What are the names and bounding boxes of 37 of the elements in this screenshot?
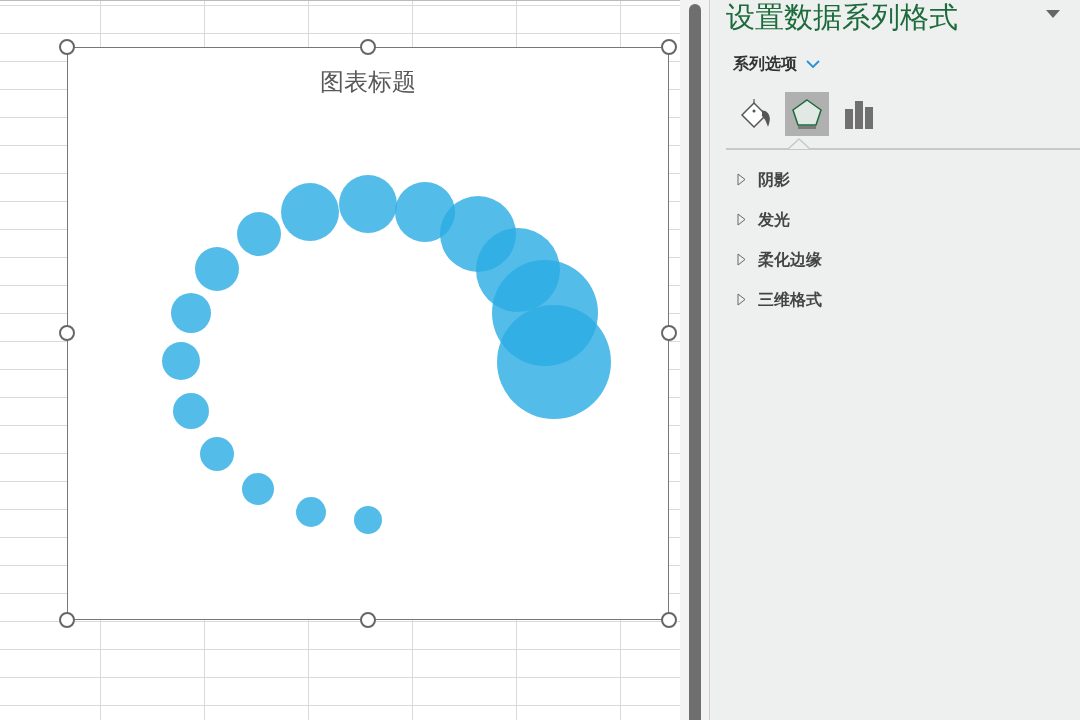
bubble — [237, 212, 281, 256]
resize-handle[interactable] — [661, 39, 677, 55]
resize-handle[interactable] — [661, 325, 677, 341]
resize-handle[interactable] — [360, 612, 376, 628]
chevron-down-icon[interactable] — [805, 58, 821, 69]
pane-title: 设置数据系列格式 — [726, 0, 958, 36]
pentagon-icon — [790, 96, 824, 131]
bubble — [162, 342, 200, 380]
scrollbar-thumb[interactable] — [688, 4, 701, 720]
bubble — [354, 506, 382, 534]
bubble — [171, 293, 211, 333]
expand-triangle-icon — [737, 253, 746, 266]
chart-title[interactable]: 图表标题 — [320, 64, 416, 100]
expand-triangle-icon — [737, 173, 746, 186]
bubble — [200, 437, 234, 471]
expand-triangle-icon — [737, 213, 746, 226]
paint-bucket-icon — [738, 96, 772, 131]
resize-handle[interactable] — [661, 612, 677, 628]
resize-handle[interactable] — [59, 612, 75, 628]
bubble — [395, 182, 455, 242]
expander-row[interactable]: 发光 — [737, 199, 1080, 240]
resize-handle[interactable] — [59, 325, 75, 341]
bubble — [281, 183, 339, 241]
bubble — [173, 393, 209, 429]
expander-row[interactable]: 柔化边缘 — [737, 239, 1080, 280]
bubble — [195, 247, 239, 291]
section-label[interactable]: 系列选项 — [733, 51, 797, 76]
bubble — [242, 473, 274, 505]
expander-row[interactable]: 三维格式 — [737, 279, 1080, 320]
bubble — [339, 175, 397, 233]
expand-triangle-icon — [737, 293, 746, 306]
pane-tab[interactable] — [785, 91, 829, 136]
bubble — [296, 497, 326, 527]
resize-handle[interactable] — [59, 39, 75, 55]
resize-handle[interactable] — [360, 39, 376, 55]
dropdown-caret-icon[interactable] — [1046, 10, 1060, 18]
expander-row[interactable]: 阴影 — [737, 159, 1080, 200]
